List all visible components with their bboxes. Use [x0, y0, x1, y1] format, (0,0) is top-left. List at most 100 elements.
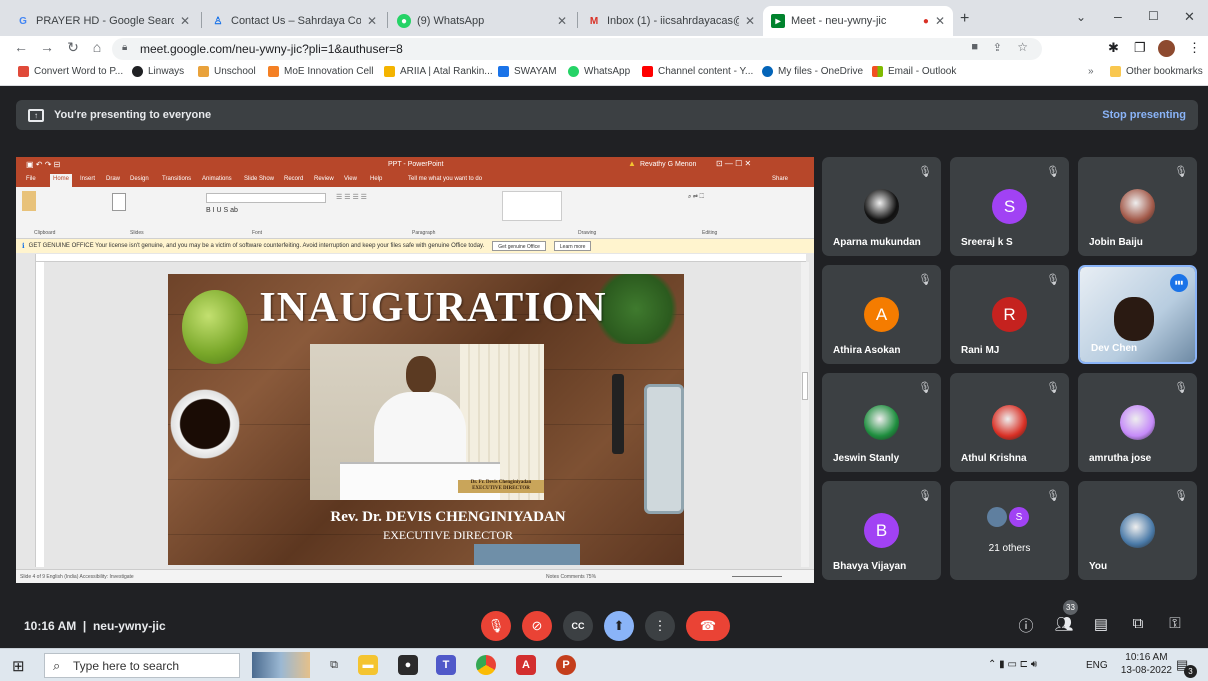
- participant-tile[interactable]: S 🎙︎ 21 others: [950, 481, 1069, 580]
- mic-toggle-button[interactable]: 🎙︎: [481, 611, 511, 641]
- profile-avatar[interactable]: [1158, 40, 1175, 57]
- language-indicator[interactable]: ENG: [1086, 660, 1108, 671]
- close-icon[interactable]: ✕: [745, 14, 755, 28]
- more-bookmarks-icon[interactable]: »: [1088, 66, 1094, 77]
- coffee-cup-graphic: [168, 384, 242, 464]
- present-button[interactable]: ⬆: [604, 611, 634, 641]
- system-tray-icons[interactable]: ⌃ ▮ ▭ ⊏ 🔊︎: [988, 659, 1037, 670]
- tab-search-icon[interactable]: ⌄: [1076, 10, 1086, 24]
- meeting-clock: 10:16 AM | neu-ywny-jic: [24, 619, 166, 633]
- participant-tile[interactable]: 🎙︎ Jeswin Stanly: [822, 373, 941, 472]
- participant-tile[interactable]: R 🎙︎ Rani MJ: [950, 265, 1069, 364]
- home-icon[interactable]: ⌂: [88, 39, 106, 55]
- back-icon[interactable]: ←: [12, 39, 30, 55]
- bookmark-item[interactable]: Convert Word to P...: [18, 66, 123, 77]
- bookmark-star-icon[interactable]: ☆: [1017, 40, 1028, 54]
- participant-tile[interactable]: S 🎙︎ Sreeraj k S: [950, 157, 1069, 256]
- app-icon[interactable]: ●: [398, 655, 418, 675]
- activities-icon[interactable]: ⧉: [1128, 615, 1148, 632]
- leave-call-button[interactable]: ☎: [686, 611, 730, 641]
- minimize-icon[interactable]: –: [1114, 8, 1122, 24]
- close-icon[interactable]: ✕: [935, 14, 945, 28]
- participant-tile[interactable]: B 🎙︎ Bhavya Vijayan: [822, 481, 941, 580]
- participant-name: Sreeraj k S: [961, 237, 1013, 248]
- participant-tile[interactable]: 🎙︎ You: [1078, 481, 1197, 580]
- slide: INAUGURATION Dr. Fr. Devis Chenginiyadan…: [168, 274, 684, 565]
- reload-icon[interactable]: ↻: [64, 39, 82, 56]
- participant-name: amrutha jose: [1089, 453, 1152, 464]
- participant-tile[interactable]: 🎙︎ Athul Krishna: [950, 373, 1069, 472]
- new-slide-icon: [112, 193, 126, 211]
- save-icon: ▣ ↶ ↷ ⊟: [26, 160, 61, 169]
- extensions-icon[interactable]: ✱: [1108, 40, 1119, 56]
- avatar: [864, 405, 899, 440]
- window-close-icon[interactable]: ✕: [1184, 9, 1195, 25]
- system-clock[interactable]: 10:16 AM 13-08-2022: [1121, 651, 1172, 677]
- bookmark-item[interactable]: WhatsApp: [568, 66, 630, 77]
- news-widget[interactable]: [252, 652, 310, 678]
- participant-tile[interactable]: ▮▮▮ Dev Chen: [1078, 265, 1197, 364]
- bookmark-item[interactable]: Email - Outlook: [872, 66, 956, 77]
- mic-muted-icon: 🎙︎: [1174, 166, 1188, 178]
- captions-button[interactable]: CC: [563, 611, 593, 641]
- bookmark-icon: [18, 66, 29, 77]
- close-icon[interactable]: ✕: [557, 14, 567, 28]
- phone-graphic: [644, 384, 684, 514]
- chat-icon[interactable]: ▤: [1091, 615, 1111, 633]
- maximize-icon[interactable]: ☐: [1148, 9, 1159, 23]
- participant-name: Jeswin Stanly: [833, 453, 900, 464]
- tab-layout-icon[interactable]: ❐: [1134, 40, 1146, 56]
- close-icon[interactable]: ✕: [367, 14, 377, 28]
- tab-meet[interactable]: ▸ Meet - neu-ywny-jic ● ✕: [763, 6, 953, 36]
- avatar: R: [992, 297, 1027, 332]
- other-bookmarks[interactable]: Other bookmarks: [1110, 66, 1203, 77]
- bookmark-item[interactable]: Channel content - Y...: [642, 66, 753, 77]
- windows-start-icon[interactable]: ⊞: [12, 657, 25, 675]
- more-options-button[interactable]: ⋮: [645, 611, 675, 641]
- kebab-icon: ⋮: [653, 618, 667, 633]
- chrome-icon[interactable]: [476, 655, 496, 675]
- camera-toggle-button[interactable]: ⊘: [522, 611, 552, 641]
- participant-tile[interactable]: 🎙︎ Aparna mukundan: [822, 157, 941, 256]
- tab-contact-us[interactable]: ♙ Contact Us – Sahrdaya College o ✕: [203, 6, 385, 36]
- window-controls-icon: ⊡ — ☐ ✕: [716, 159, 752, 168]
- participant-name: Athira Asokan: [833, 345, 901, 356]
- menu-kebab-icon[interactable]: ⋮: [1188, 40, 1201, 56]
- share-icon[interactable]: ⇪: [993, 41, 1002, 54]
- host-controls-icon[interactable]: ⚿: [1165, 615, 1185, 632]
- taskbar-search[interactable]: ⌕ Type here to search: [44, 653, 240, 678]
- tab-google-search[interactable]: G PRAYER HD - Google Search ✕: [8, 6, 198, 36]
- people-icon[interactable]: 👥︎: [1054, 615, 1074, 633]
- bookmark-item[interactable]: Linways: [132, 66, 184, 77]
- bookmark-item[interactable]: SWAYAM: [498, 66, 557, 77]
- participant-tile[interactable]: A 🎙︎ Athira Asokan: [822, 265, 941, 364]
- powerpoint-icon[interactable]: P: [556, 655, 576, 675]
- tab-whatsapp[interactable]: ● (9) WhatsApp ✕: [389, 6, 575, 36]
- close-icon[interactable]: ✕: [180, 14, 190, 28]
- stop-presenting-button[interactable]: Stop presenting: [1102, 109, 1186, 121]
- forward-icon[interactable]: →: [38, 39, 56, 55]
- info-icon: ℹ: [22, 243, 25, 250]
- mic-muted-icon: 🎙︎: [918, 166, 932, 178]
- mic-muted-icon: 🎙︎: [1174, 490, 1188, 502]
- teams-icon[interactable]: T: [436, 655, 456, 675]
- browser-toolbar: ← → ↻ ⌂ 🔒︎ meet.google.com/neu-ywny-jic?…: [0, 36, 1208, 62]
- file-explorer-icon[interactable]: ▬: [358, 655, 378, 675]
- bookmark-icon: [384, 66, 395, 77]
- bookmark-item[interactable]: ARIIA | Atal Rankin...: [384, 66, 493, 77]
- address-bar[interactable]: 🔒︎ meet.google.com/neu-ywny-jic?pli=1&au…: [112, 38, 1042, 60]
- bookmark-item[interactable]: My files - OneDrive: [762, 66, 863, 77]
- info-icon[interactable]: ⓘ: [1016, 615, 1036, 636]
- camera-icon[interactable]: ■: [971, 41, 978, 53]
- task-view-icon[interactable]: ⧉: [324, 655, 344, 675]
- bookmark-item[interactable]: MoE Innovation Cell: [268, 66, 374, 77]
- new-tab-icon[interactable]: +: [960, 10, 969, 28]
- acrobat-icon[interactable]: A: [516, 655, 536, 675]
- participant-tile[interactable]: 🎙︎ amrutha jose: [1078, 373, 1197, 472]
- bookmark-item[interactable]: Unschool: [198, 66, 256, 77]
- bookmark-icon: [872, 66, 883, 77]
- participant-tile[interactable]: 🎙︎ Jobin Baiju: [1078, 157, 1197, 256]
- ppt-ribbon-tabs: File Home Insert Draw Design Transitions…: [16, 173, 814, 187]
- tab-gmail[interactable]: M Inbox (1) - iicsahrdayacas@gmai ✕: [579, 6, 763, 36]
- genuine-office-bar: ℹ GET GENUINE OFFICE Your license isn't …: [16, 239, 814, 253]
